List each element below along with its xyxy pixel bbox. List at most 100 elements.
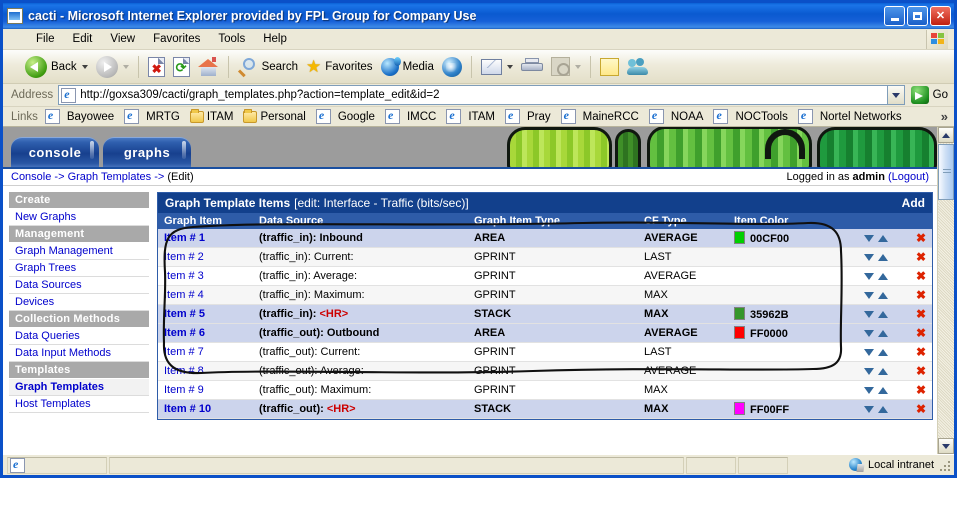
mail-dropdown-caret-icon[interactable] [506,64,513,69]
move-down-icon[interactable] [863,235,874,242]
link-itam-folder[interactable]: ITAM [189,108,233,123]
graph-item-link[interactable]: Item # 6 [164,327,205,339]
link-noctools[interactable]: NOCTools [713,108,788,124]
media-button[interactable]: Media [377,56,438,78]
move-down-icon[interactable] [863,273,874,280]
stop-button[interactable]: ✖ [144,55,169,79]
move-up-icon[interactable] [877,330,888,337]
sidebar-item-data-sources[interactable]: Data Sources [9,277,149,294]
move-down-icon[interactable] [863,254,874,261]
tab-graphs[interactable]: graphs [103,137,191,167]
scrollbar-thumb[interactable] [938,144,954,200]
address-input[interactable]: http://goxsa309/cacti/graph_templates.ph… [58,85,888,105]
delete-icon[interactable]: ✖ [916,288,926,302]
breadcrumb-graph-templates[interactable]: Graph Templates [68,171,152,183]
move-up-icon[interactable] [877,292,888,299]
move-down-icon[interactable] [863,368,874,375]
favorites-button[interactable]: ★ Favorites [302,56,377,77]
graph-item-link[interactable]: Item # 10 [164,403,211,415]
forward-dropdown-caret-icon[interactable] [122,64,129,69]
sidebar-item-graph-templates[interactable]: Graph Templates [9,379,149,396]
delete-icon[interactable]: ✖ [916,364,926,378]
delete-icon[interactable]: ✖ [916,231,926,245]
menu-favorites[interactable]: Favorites [144,31,209,47]
logout-link[interactable]: (Logout) [888,171,929,183]
move-down-icon[interactable] [863,311,874,318]
link-nortel-networks[interactable]: Nortel Networks [797,108,902,124]
move-up-icon[interactable] [877,387,888,394]
menu-help[interactable]: Help [254,31,296,47]
delete-icon[interactable]: ✖ [916,269,926,283]
link-pray[interactable]: Pray [504,108,551,124]
menu-edit[interactable]: Edit [64,31,102,47]
move-up-icon[interactable] [877,311,888,318]
move-up-icon[interactable] [877,406,888,413]
close-button[interactable]: ✕ [930,6,951,26]
back-dropdown-caret-icon[interactable] [81,64,88,69]
scroll-down-button[interactable] [938,438,954,454]
tab-console[interactable]: console [11,137,99,167]
menu-tools[interactable]: Tools [209,31,254,47]
add-link[interactable]: Add [902,196,925,210]
move-up-icon[interactable] [877,273,888,280]
sidebar-item-host-templates[interactable]: Host Templates [9,396,149,413]
resize-grip[interactable] [940,461,952,473]
move-down-icon[interactable] [863,330,874,337]
delete-icon[interactable]: ✖ [916,383,926,397]
address-dropdown-button[interactable] [887,85,905,105]
menu-file[interactable]: File [27,31,64,47]
search-button[interactable]: Search [234,56,302,78]
menu-view[interactable]: View [101,31,144,47]
breadcrumb-console[interactable]: Console [11,171,51,183]
move-down-icon[interactable] [863,406,874,413]
sidebar-item-data-input-methods[interactable]: Data Input Methods [9,345,149,362]
sidebar-item-data-queries[interactable]: Data Queries [9,328,149,345]
mail-button[interactable] [477,57,517,77]
graph-item-link[interactable]: Item # 2 [164,251,204,263]
edit-button[interactable] [547,55,585,78]
link-imcc[interactable]: IMCC [384,108,436,124]
link-mrtg[interactable]: MRTG [124,108,180,124]
print-button[interactable] [517,56,547,77]
history-button[interactable] [438,55,466,79]
move-up-icon[interactable] [877,235,888,242]
graph-item-link[interactable]: Item # 7 [164,346,204,358]
links-overflow-icon[interactable]: » [941,109,948,124]
security-zone[interactable]: Local intranet [790,458,950,472]
sidebar-item-new-graphs[interactable]: New Graphs [9,209,149,226]
sidebar-item-graph-management[interactable]: Graph Management [9,243,149,260]
link-noaa[interactable]: NOAA [648,108,703,124]
move-up-icon[interactable] [877,368,888,375]
maximize-button[interactable] [907,6,928,26]
sidebar-item-devices[interactable]: Devices [9,294,149,311]
link-bayowee[interactable]: Bayowee [44,108,114,124]
graph-item-link[interactable]: Item # 4 [164,289,204,301]
graph-item-link[interactable]: Item # 5 [164,308,205,320]
sidebar-item-graph-trees[interactable]: Graph Trees [9,260,149,277]
link-itam[interactable]: ITAM [446,108,495,124]
messenger-button[interactable] [623,56,653,77]
discuss-button[interactable] [596,56,623,78]
graph-item-link[interactable]: Item # 9 [164,384,204,396]
link-personal-folder[interactable]: Personal [243,108,306,123]
scroll-up-button[interactable] [938,127,954,143]
back-button[interactable]: Back [21,54,92,80]
delete-icon[interactable]: ✖ [916,326,926,340]
move-up-icon[interactable] [877,349,888,356]
vertical-scrollbar[interactable] [937,127,954,454]
link-google[interactable]: Google [315,108,375,124]
delete-icon[interactable]: ✖ [916,307,926,321]
edit-dropdown-caret-icon[interactable] [574,64,581,69]
move-down-icon[interactable] [863,292,874,299]
move-down-icon[interactable] [863,349,874,356]
minimize-button[interactable] [884,6,905,26]
refresh-button[interactable]: ⟳ [169,55,194,79]
graph-item-link[interactable]: Item # 1 [164,232,205,244]
delete-icon[interactable]: ✖ [916,345,926,359]
move-down-icon[interactable] [863,387,874,394]
move-up-icon[interactable] [877,254,888,261]
graph-item-link[interactable]: Item # 8 [164,365,204,377]
graph-item-link[interactable]: Item # 3 [164,270,204,282]
delete-icon[interactable]: ✖ [916,250,926,264]
link-mainercc[interactable]: MaineRCC [560,108,639,124]
